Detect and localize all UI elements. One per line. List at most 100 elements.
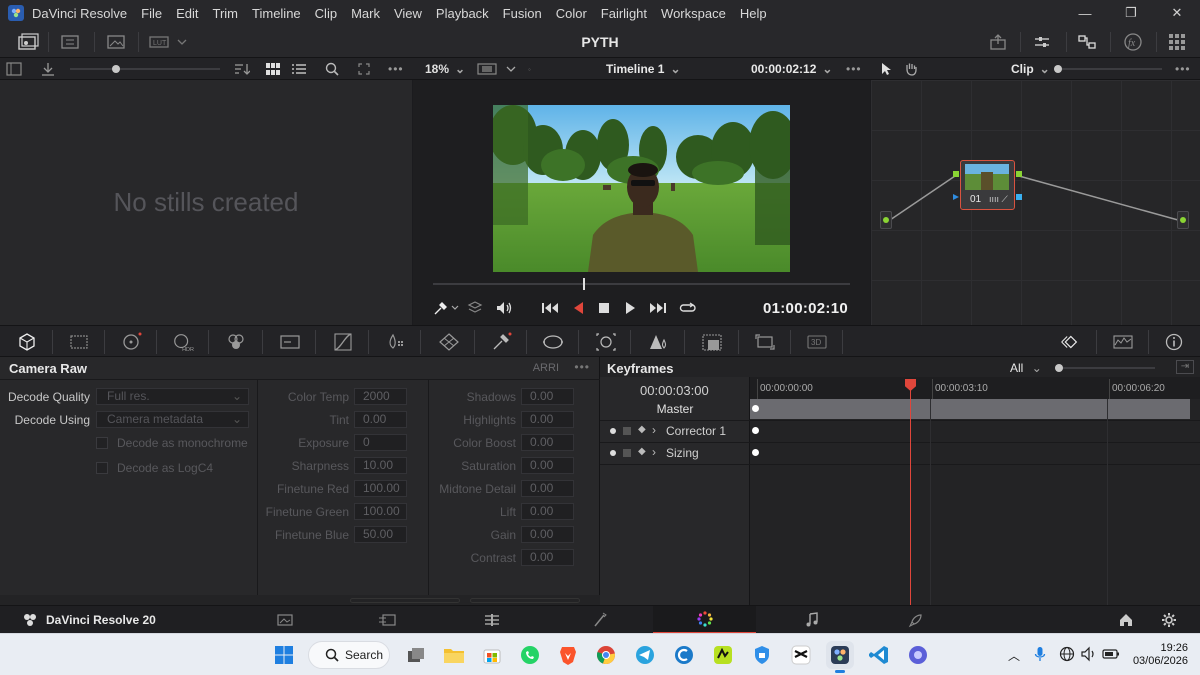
blur-icon[interactable]	[701, 331, 723, 353]
node-key-output-port[interactable]	[1016, 194, 1022, 200]
sharpness-value[interactable]: 10.00	[354, 457, 407, 474]
keyframe-zoom-slider[interactable]	[1055, 364, 1155, 372]
lock-icon[interactable]	[623, 449, 631, 457]
menu-item-view[interactable]: View	[394, 6, 422, 21]
lift-value[interactable]: 0.00	[521, 503, 574, 520]
chrome-icon[interactable]	[592, 641, 620, 669]
minimize-icon[interactable]: —	[1062, 0, 1108, 26]
output-node[interactable]	[1177, 211, 1189, 229]
contrast-value[interactable]: 0.00	[521, 549, 574, 566]
playhead-line[interactable]	[910, 379, 911, 605]
fairlight-page-icon[interactable]	[760, 606, 863, 634]
node-zoom-slider[interactable]	[1054, 58, 1162, 80]
track-enable-dot[interactable]	[610, 450, 616, 456]
tint-value[interactable]: 0.00	[354, 411, 407, 428]
vscode-icon[interactable]	[865, 641, 893, 669]
deliver-page-icon[interactable]	[864, 606, 967, 634]
monochrome-checkbox[interactable]	[96, 437, 108, 449]
volume-icon[interactable]	[1080, 646, 1098, 662]
track-row-corrector[interactable]: ◆ › Corrector 1	[600, 421, 1200, 443]
track-row-master[interactable]: Master	[600, 399, 1200, 421]
menu-item-help[interactable]: Help	[740, 6, 767, 21]
timeline-selector[interactable]: Timeline 1 ⌄	[606, 58, 681, 80]
menu-item-timeline[interactable]: Timeline	[252, 6, 301, 21]
decode-using-select[interactable]: Camera metadata ⌄	[96, 411, 249, 428]
playhead[interactable]	[583, 278, 585, 290]
telegram-icon[interactable]	[631, 641, 659, 669]
share-icon[interactable]	[986, 30, 1010, 54]
exposure-value[interactable]: 0	[354, 434, 407, 451]
file-explorer-icon[interactable]	[440, 641, 468, 669]
pointer-icon[interactable]	[880, 58, 892, 80]
gain-value[interactable]: 0.00	[521, 526, 574, 543]
qualifier-picker-icon[interactable]	[490, 331, 512, 353]
battery-icon[interactable]	[1102, 647, 1120, 661]
lock-icon[interactable]	[623, 427, 631, 435]
loop-icon[interactable]	[679, 300, 697, 316]
keyframe-filter[interactable]: All ⌄	[1010, 361, 1042, 375]
finetune-green-value[interactable]: 100.00	[354, 503, 407, 520]
expand-panel-icon[interactable]: ⇥	[1176, 360, 1194, 374]
menu-item-playback[interactable]: Playback	[436, 6, 489, 21]
finetune-blue-value[interactable]: 50.00	[354, 526, 407, 543]
color-temp-value[interactable]: 2000	[354, 388, 407, 405]
task-view-icon[interactable]	[402, 641, 430, 669]
curves-icon[interactable]	[332, 331, 354, 353]
windows-start-icon[interactable]	[270, 641, 298, 669]
microphone-icon[interactable]	[1034, 646, 1046, 662]
library-grid-icon[interactable]	[1164, 30, 1190, 54]
edit-page-icon[interactable]	[440, 606, 543, 634]
thumbnail-view-icon[interactable]	[266, 58, 280, 80]
stop-icon[interactable]	[597, 300, 611, 316]
saturation-value[interactable]: 0.00	[521, 457, 574, 474]
rgb-mixer-icon[interactable]	[225, 331, 247, 353]
menu-item-fusion[interactable]: Fusion	[503, 6, 542, 21]
raw-options-icon[interactable]: •••	[574, 360, 590, 374]
qualifier-icon[interactable]	[438, 331, 460, 353]
node-graph-icon[interactable]	[1074, 30, 1100, 54]
viewer-options-icon[interactable]: •••	[846, 58, 862, 80]
play-reverse-icon[interactable]	[571, 300, 585, 316]
key-icon[interactable]	[754, 331, 776, 353]
node-output-port[interactable]	[1016, 171, 1022, 177]
menu-item-fairlight[interactable]: Fairlight	[601, 6, 647, 21]
keyframe-dot[interactable]	[752, 427, 759, 434]
cut-page-icon[interactable]	[336, 606, 439, 634]
skip-to-start-icon[interactable]	[541, 300, 559, 316]
finetune-red-value[interactable]: 100.00	[354, 480, 407, 497]
timeline-timecode[interactable]: 00:00:02:12 ⌄	[751, 58, 832, 80]
volume-icon[interactable]	[495, 300, 513, 316]
tracker-icon[interactable]	[595, 331, 617, 353]
keyframe-diamond-icon[interactable]: ◆	[638, 446, 646, 457]
3d-icon[interactable]: 3D	[806, 331, 828, 353]
chevron-right-icon[interactable]: ›	[652, 423, 656, 437]
copilot-c-icon[interactable]	[670, 641, 698, 669]
clock[interactable]: 19:26 03/06/2026	[1130, 642, 1188, 668]
playback-scrubber[interactable]	[433, 283, 850, 285]
decode-quality-select[interactable]: Full res. ⌄	[96, 388, 249, 405]
lime-app-icon[interactable]	[709, 641, 737, 669]
corrector-node[interactable]: 01 ıııı ⟋	[960, 160, 1015, 210]
color-page-icon[interactable]	[653, 606, 756, 634]
track-row-sizing[interactable]: ◆ › Sizing	[600, 443, 1200, 465]
scroll-thumb[interactable]	[350, 598, 460, 603]
purple-app-icon[interactable]	[904, 641, 932, 669]
scopes-icon[interactable]	[1112, 331, 1134, 353]
lightbox-icon[interactable]	[1030, 30, 1054, 54]
node-input-port[interactable]	[953, 171, 959, 177]
track-enable-dot[interactable]	[610, 428, 616, 434]
power-window-icon[interactable]	[542, 331, 564, 353]
whatsapp-icon[interactable]	[516, 641, 544, 669]
gallery-zoom-slider[interactable]	[70, 58, 220, 80]
sidebar-toggle-icon[interactable]	[6, 58, 22, 80]
sort-icon[interactable]	[234, 58, 250, 80]
media-page-icon[interactable]	[233, 606, 336, 634]
keyframe-dot[interactable]	[752, 405, 759, 412]
menu-item-edit[interactable]: Edit	[176, 6, 198, 21]
color-warper-icon[interactable]	[385, 331, 407, 353]
node-options-icon[interactable]: •••	[1175, 58, 1191, 80]
home-icon[interactable]	[1118, 612, 1134, 628]
maximize-icon[interactable]: ❐	[1108, 0, 1154, 26]
highlights-value[interactable]: 0.00	[521, 411, 574, 428]
taskbar-search[interactable]: Search	[308, 641, 390, 669]
